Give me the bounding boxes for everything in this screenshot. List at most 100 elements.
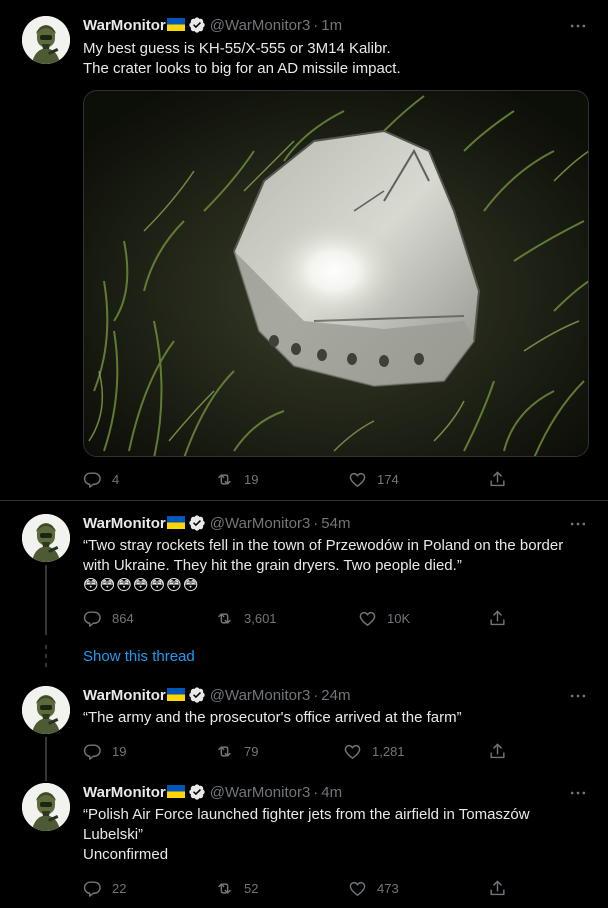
tweet-text-line: “Two stray rockets fell in the town of P…	[83, 537, 564, 554]
avatar[interactable]	[22, 514, 70, 562]
tweet-header: WarMonitor @WarMonitor3 · 4m	[83, 783, 342, 803]
tweet-header: WarMonitor @WarMonitor3 · 54m	[83, 514, 350, 534]
handle[interactable]: @WarMonitor3	[210, 17, 311, 34]
display-name[interactable]: WarMonitor	[83, 515, 166, 532]
tweet-actions: 864 3,601 10K	[83, 608, 513, 628]
tweet-1[interactable]: WarMonitor @WarMonitor3 · 1m My best guess …	[0, 0, 608, 500]
retweet-count: 52	[244, 880, 259, 896]
ukraine-flag-icon	[166, 18, 185, 31]
retweet-button[interactable]: 3,601	[215, 608, 277, 628]
ukraine-flag-icon	[166, 516, 185, 529]
like-button[interactable]: 1,281	[343, 741, 405, 761]
tweet-actions: 22 52 473	[83, 878, 513, 898]
tweet-2[interactable]: WarMonitor @WarMonitor3 · 54m “Two stray ro…	[0, 501, 608, 637]
reply-count: 4	[112, 471, 120, 487]
show-thread-link[interactable]: Show this thread	[83, 647, 195, 667]
tweet-text-line: Lubelski”	[83, 826, 144, 843]
tweet-header: WarMonitor @WarMonitor3 · 24m	[83, 686, 350, 706]
reply-count: 22	[112, 880, 127, 896]
retweet-icon	[218, 882, 231, 894]
separator-dot: ·	[313, 687, 319, 704]
tweet-text: My best guess is KH-55/X-555 or 3M14 Kal…	[83, 39, 583, 79]
display-name[interactable]: WarMonitor	[83, 784, 166, 801]
share-icon	[490, 610, 505, 625]
share-button[interactable]	[488, 469, 517, 489]
separator-dot: ·	[313, 17, 319, 34]
reply-icon	[83, 610, 101, 627]
retweet-count: 19	[244, 471, 259, 487]
tweet-header: WarMonitor @WarMonitor3 · 1m	[83, 16, 342, 36]
timestamp[interactable]: 24m	[321, 687, 350, 704]
tweet-text-line: “The army and the prosecutor's office ar…	[83, 709, 462, 726]
tweet-text: “The army and the prosecutor's office ar…	[83, 708, 583, 728]
retweet-button[interactable]: 52	[215, 878, 258, 898]
reply-button[interactable]: 22	[83, 878, 126, 898]
display-name[interactable]: WarMonitor	[83, 17, 166, 34]
retweet-button[interactable]: 79	[215, 741, 258, 761]
handle[interactable]: @WarMonitor3	[210, 515, 311, 532]
more-icon[interactable]	[568, 16, 588, 36]
reply-button[interactable]: 19	[83, 741, 126, 761]
tweet-text-line: My best guess is KH-55/X-555 or 3M14 Kal…	[83, 40, 391, 57]
avatar[interactable]	[22, 783, 70, 831]
thread-line	[45, 565, 47, 635]
tweet-photo[interactable]	[83, 90, 589, 457]
tweet-text-line: Unconfirmed	[83, 846, 169, 863]
like-button[interactable]: 473	[348, 878, 399, 898]
like-count: 1,281	[372, 743, 405, 759]
tweet-3[interactable]: WarMonitor @WarMonitor3 · 24m “The army and…	[0, 674, 608, 774]
retweet-icon	[218, 473, 231, 485]
reply-count: 864	[112, 610, 134, 626]
like-icon	[359, 611, 376, 626]
avatar[interactable]	[22, 16, 70, 64]
timestamp[interactable]: 54m	[321, 515, 350, 532]
like-count: 10K	[387, 610, 411, 626]
tweet-4[interactable]: WarMonitor @WarMonitor3 · 4m “Polish Air Fo…	[0, 771, 608, 908]
reply-icon	[83, 880, 101, 897]
more-icon[interactable]	[568, 514, 588, 534]
tweet-text: “Two stray rockets fell in the town of P…	[83, 536, 583, 596]
tweet-actions: 4 19 174	[83, 469, 513, 489]
share-button[interactable]	[488, 878, 517, 898]
avatar[interactable]	[22, 686, 70, 734]
tweet-text-line: The crater looks to big for an AD missil…	[83, 60, 401, 77]
like-button[interactable]: 174	[348, 469, 399, 489]
share-icon	[490, 471, 505, 486]
verified-icon	[188, 783, 206, 801]
separator-dot: ·	[313, 784, 319, 801]
timestamp[interactable]: 1m	[321, 17, 342, 34]
verified-icon	[188, 16, 206, 34]
display-name[interactable]: WarMonitor	[83, 687, 166, 704]
handle[interactable]: @WarMonitor3	[210, 784, 311, 801]
ukraine-flag-icon	[166, 785, 185, 798]
tweet-text: “Polish Air Force launched fighter jets …	[83, 805, 583, 865]
retweet-count: 79	[244, 743, 259, 759]
timestamp[interactable]: 4m	[321, 784, 342, 801]
verified-icon	[188, 686, 206, 704]
share-button[interactable]	[488, 741, 517, 761]
reply-icon	[83, 743, 101, 760]
retweet-icon	[218, 612, 231, 624]
retweet-count: 3,601	[244, 610, 277, 626]
reply-count: 19	[112, 743, 127, 759]
reply-button[interactable]: 864	[83, 608, 134, 628]
verified-icon	[188, 514, 206, 532]
tweet-actions: 19 79 1,281	[83, 741, 513, 761]
tweet-text-line: with Ukraine. They hit the grain dryers.…	[83, 557, 462, 574]
retweet-button[interactable]: 19	[215, 469, 258, 489]
like-count: 473	[377, 880, 399, 896]
share-icon	[490, 743, 505, 758]
more-icon[interactable]	[568, 686, 588, 706]
like-count: 174	[377, 471, 399, 487]
handle[interactable]: @WarMonitor3	[210, 687, 311, 704]
like-icon	[349, 881, 366, 896]
like-button[interactable]: 10K	[358, 608, 410, 628]
ukraine-flag-icon	[166, 688, 185, 701]
more-icon[interactable]	[568, 783, 588, 803]
like-icon	[349, 472, 366, 487]
share-button[interactable]	[488, 608, 517, 628]
reply-button[interactable]: 4	[83, 469, 119, 489]
tweet-text-line: “Polish Air Force launched fighter jets …	[83, 806, 530, 823]
separator-dot: ·	[313, 515, 319, 532]
retweet-icon	[218, 745, 231, 757]
